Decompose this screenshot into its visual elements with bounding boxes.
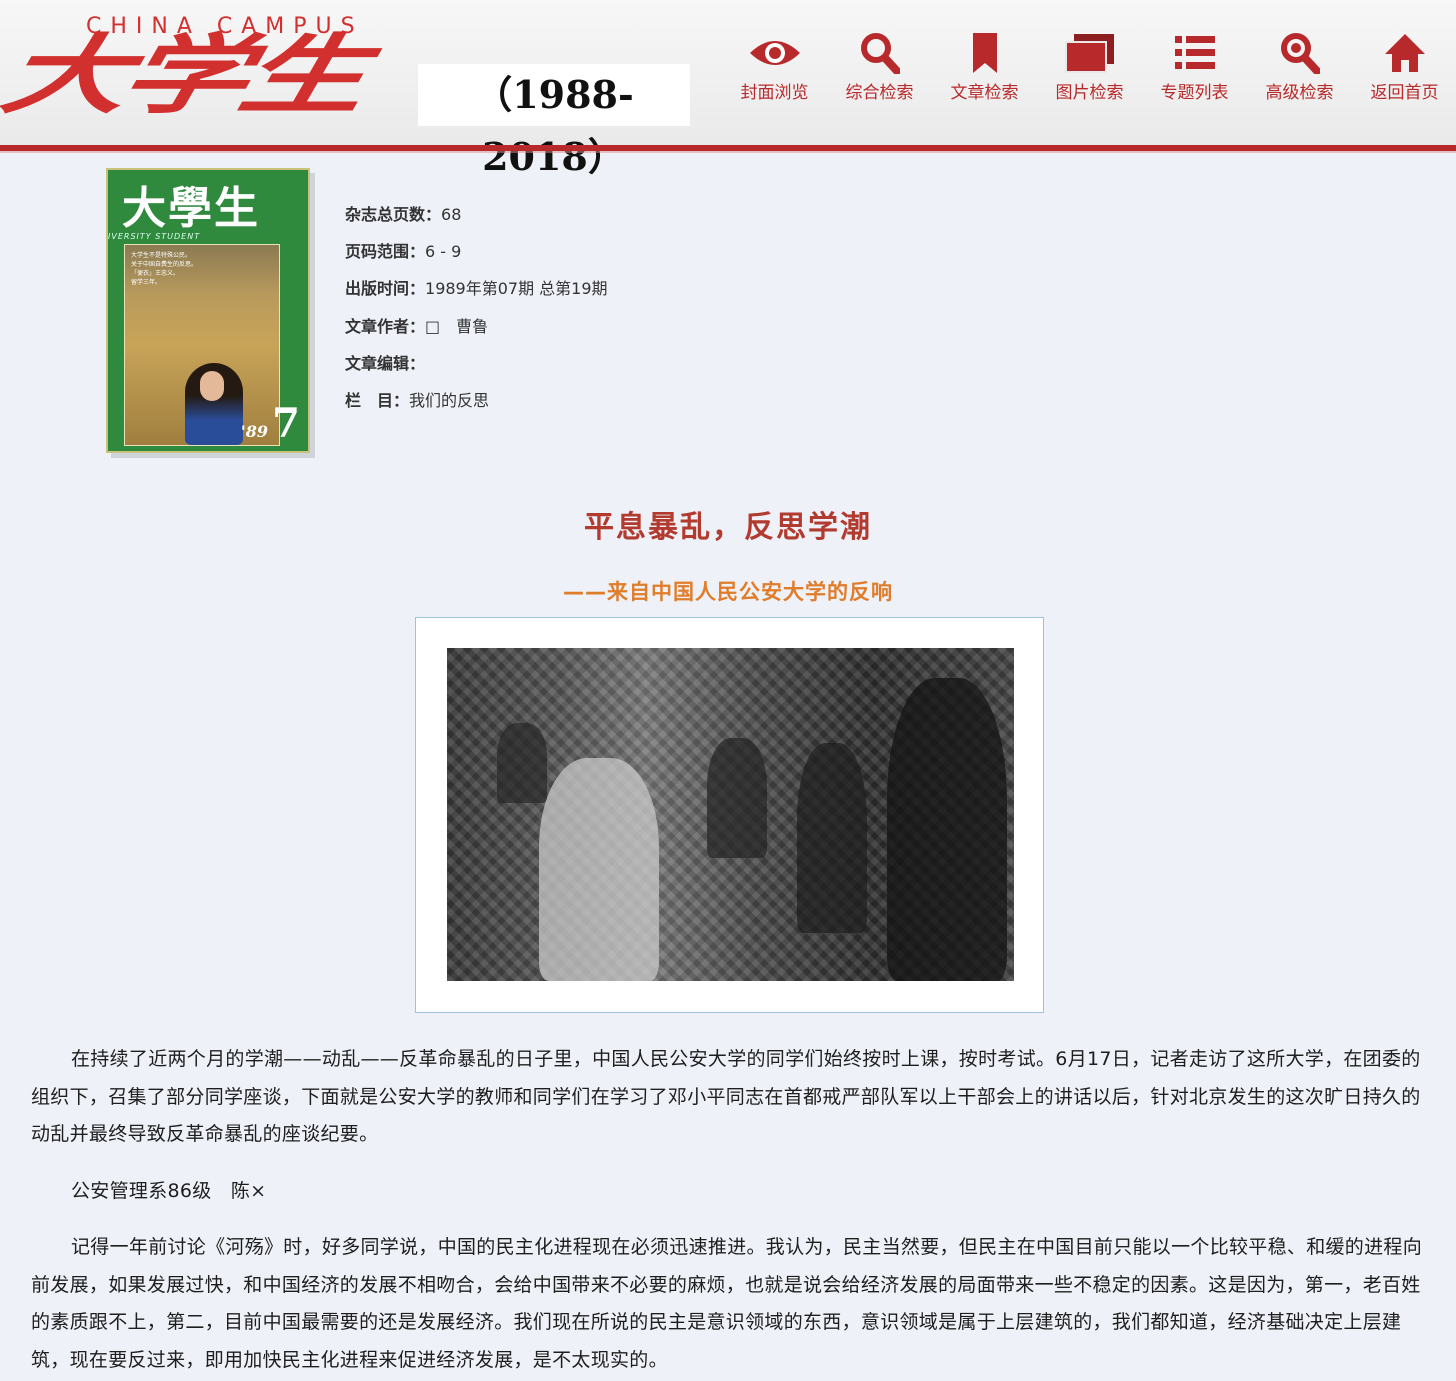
nav-label: 返回首页 [1370,83,1439,103]
header-divider-shadow [0,151,1456,153]
photo-figure [497,723,547,803]
meta-key: 页码范围： [345,242,426,262]
cover-title: 大學生 [122,183,260,234]
meta-value: 68 [441,205,462,224]
cover-headline: 「便衣」王忠义。 [131,270,180,277]
site-header: CHINA CAMPUS 大学生 （1988-2018） 封面浏览 综合检索 文… [0,0,1456,179]
bookmark-icon [932,30,1037,76]
year-range: （1988-2018） [418,64,690,179]
nav-image-search[interactable]: 图片检索 [1037,30,1142,110]
article-photo[interactable] [447,648,1014,981]
nav-label: 文章检索 [950,83,1019,103]
article-paragraph: 在持续了近两个月的学潮——动乱——反革命暴乱的日子里，中国人民公安大学的同学们始… [31,1048,1421,1145]
magazine-cover[interactable]: 大學生 IVERSITY STUDENT 大学生不是特殊公民。 关于中国自费生的… [106,168,310,453]
meta-key: 出版时间： [345,279,426,299]
cover-figure-face [200,371,224,401]
main-nav: 封面浏览 综合检索 文章检索 图片检索 专题列表 高级检索 返回首页 [722,30,1456,110]
article-body: 记得一年前讨论《河殇》时，好多同学说，中国的民主化进程现在必须迅速推进。我认为，… [31,1229,1431,1379]
meta-key: 文章编辑： [345,353,426,373]
article-paragraph: 公安管理系86级 陈× [71,1180,267,1202]
article-title: 平息暴乱，反思学潮 [584,510,872,545]
photo-figure [797,743,867,933]
images-icon [1037,30,1142,76]
meta-total-pages: 杂志总页数：68 [345,202,608,239]
eye-icon [722,30,827,76]
article-photo-frame [415,617,1044,1013]
meta-author: 文章作者：□ 曹鲁 [345,314,608,351]
advanced-search-icon [1247,30,1352,76]
meta-page-range: 页码范围：6 - 9 [345,239,608,276]
nav-label: 综合检索 [845,83,914,103]
meta-key: 杂志总页数： [345,205,442,224]
cover-headline: 大学生不是特殊公民。 [131,252,192,259]
search-icon [827,30,932,76]
article-metadata: 杂志总页数：68 页码范围：6 - 9 出版时间：1989年第07期 总第19期… [345,202,608,425]
home-icon [1352,30,1456,76]
meta-editor: 文章编辑： [345,351,608,388]
cover-subtitle: IVERSITY STUDENT [108,232,201,241]
meta-value[interactable]: □ 曹鲁 [425,317,488,336]
meta-key: 栏 目： [345,390,410,410]
cover-photo: 大学生不是特殊公民。 关于中国自费生的反思。 「便衣」王忠义。 留学三年。 [124,244,280,446]
nav-label: 高级检索 [1265,83,1334,103]
nav-cover-browse[interactable]: 封面浏览 [722,30,827,110]
photo-figure [539,758,659,981]
meta-published: 出版时间：1989年第07期 总第19期 [345,276,608,313]
cover-issue-number: 7 [272,400,300,447]
meta-value: 6 - 9 [425,242,462,262]
meta-column: 栏 目：我们的反思 [345,388,608,425]
site-logo[interactable]: 大学生 [0,26,371,126]
cover-headline: 留学三年。 [131,279,162,286]
meta-value[interactable]: 我们的反思 [409,391,489,410]
nav-advanced-search[interactable]: 高级检索 [1247,30,1352,110]
cover-year: '89 [240,422,268,441]
article-paragraph: 记得一年前讨论《河殇》时，好多同学说，中国的民主化进程现在必须迅速推进。我认为，… [31,1236,1423,1371]
list-icon [1142,30,1247,76]
cover-headlines: 大学生不是特殊公民。 关于中国自费生的反思。 「便衣」王忠义。 留学三年。 [131,251,197,287]
photo-figure [887,678,1007,981]
nav-home[interactable]: 返回首页 [1352,30,1456,110]
cover-headline: 关于中国自费生的反思。 [131,261,198,268]
nav-general-search[interactable]: 综合检索 [827,30,932,110]
photo-figure [707,738,767,858]
article-subtitle: ——来自中国人民公安大学的反响 [563,580,893,604]
meta-key: 文章作者： [345,316,426,336]
meta-value: 1989年第07期 总第19期 [425,279,608,299]
nav-topic-list[interactable]: 专题列表 [1142,30,1247,110]
article-body: 公安管理系86级 陈× [31,1173,1431,1211]
nav-label: 封面浏览 [740,83,809,103]
nav-label: 图片检索 [1055,83,1124,103]
nav-label: 专题列表 [1160,83,1229,103]
nav-article-search[interactable]: 文章检索 [932,30,1037,110]
article-body: 在持续了近两个月的学潮——动乱——反革命暴乱的日子里，中国人民公安大学的同学们始… [31,1041,1431,1154]
